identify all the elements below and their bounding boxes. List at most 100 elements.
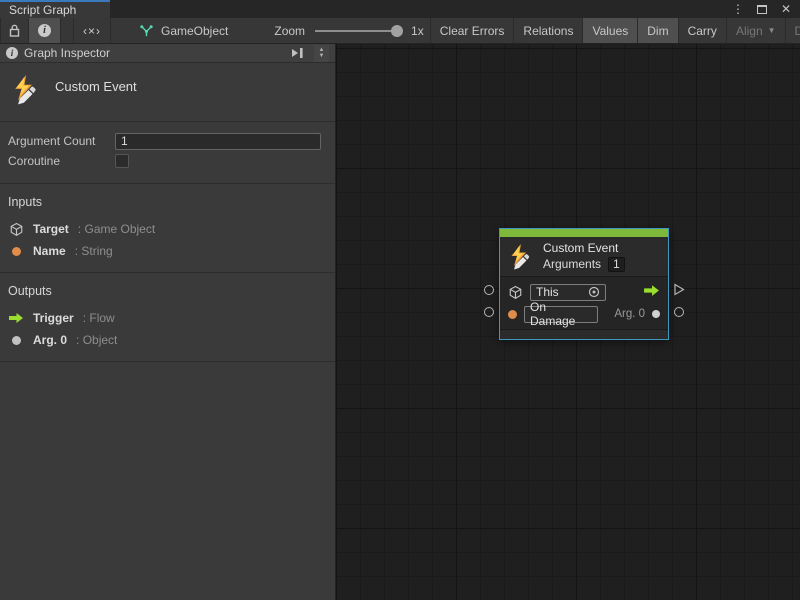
unit-header: Custom Event [0, 63, 335, 122]
event-name-field[interactable]: On Damage [524, 306, 598, 323]
distribute-label: Distribute [795, 24, 800, 38]
input-port-name[interactable] [484, 307, 494, 317]
dim-label: Dim [647, 24, 668, 38]
values-button[interactable]: Values [583, 18, 638, 43]
clear-errors-button[interactable]: Clear Errors [430, 18, 515, 43]
output-port-arg0[interactable] [674, 307, 684, 317]
inspector-header: i Graph Inspector ▲ ▼ [0, 44, 335, 63]
spinner-down-icon[interactable]: ▼ [319, 53, 325, 59]
port-name: Target [33, 222, 69, 236]
node-header[interactable]: Custom Event Arguments 1 [500, 237, 668, 277]
port-name: Trigger [33, 311, 74, 325]
output-port-trigger[interactable] [673, 283, 685, 299]
toolbar-gap [61, 18, 73, 43]
string-port-icon[interactable] [508, 310, 517, 319]
node-body: This On Damage Arg. 0 [500, 277, 668, 330]
arg0-label: Arg. 0 [614, 308, 645, 320]
tab-bar: Script Graph ⋮ ✕ [0, 0, 800, 18]
dim-button[interactable]: Dim [638, 18, 678, 43]
argument-count-value: 1 [121, 134, 128, 148]
game-object-cube-icon [8, 222, 24, 237]
graph-info-button[interactable]: i [29, 18, 61, 43]
graph-toolbar: i ‹×› GameObject Zoom 1x Clear Errors Re [0, 18, 800, 44]
arg0-port-icon[interactable] [652, 310, 660, 318]
window-menu-icon[interactable]: ⋮ [732, 2, 744, 16]
arguments-label: Arguments [543, 257, 601, 272]
target-object-field[interactable]: This [530, 284, 606, 301]
distribute-button[interactable]: Distribute ▼ [786, 18, 800, 43]
clear-errors-label: Clear Errors [440, 24, 505, 38]
lock-icon [9, 24, 20, 37]
input-port-target[interactable] [484, 285, 494, 295]
tab-script-graph[interactable]: Script Graph [0, 0, 110, 18]
node-footer [500, 330, 668, 339]
argument-count-label: Argument Count [8, 134, 115, 148]
object-port-icon [8, 336, 24, 345]
port-type: : Flow [83, 311, 115, 325]
port-type: : Game Object [78, 222, 155, 236]
custom-event-icon [10, 75, 40, 105]
node-title: Custom Event [543, 241, 625, 256]
input-row-name: Name : String [8, 240, 323, 262]
unit-fields: Argument Count 1 Coroutine [0, 122, 335, 184]
code-view-button[interactable]: ‹×› [73, 18, 111, 43]
graph-canvas[interactable]: Custom Event Arguments 1 This [336, 44, 800, 600]
dock-panel-icon[interactable] [290, 47, 304, 59]
align-button[interactable]: Align ▼ [727, 18, 786, 43]
zoom-slider-handle[interactable] [391, 25, 403, 37]
zoom-label: Zoom [274, 24, 305, 38]
titlebar-right: ⋮ ✕ [110, 0, 800, 18]
panel-scroll-spinner[interactable]: ▲ ▼ [314, 45, 329, 62]
string-port-icon [8, 247, 24, 256]
argument-count-row: Argument Count 1 [8, 131, 321, 151]
values-label: Values [592, 24, 628, 38]
zoom-control: Zoom 1x [268, 18, 429, 43]
event-name-value: On Damage [530, 300, 592, 328]
zoom-value: 1x [411, 24, 424, 38]
lock-button[interactable] [0, 18, 29, 43]
custom-event-icon [507, 244, 533, 270]
game-object-cube-icon [508, 285, 523, 300]
inspector-title: Graph Inspector [24, 46, 284, 60]
graph-inspector-panel: i Graph Inspector ▲ ▼ Custom Event Argu [0, 44, 336, 600]
trigger-flow-icon[interactable] [643, 284, 660, 300]
custom-event-node[interactable]: Custom Event Arguments 1 This [499, 228, 669, 340]
gameobject-graph-icon [139, 23, 154, 38]
inputs-section: Inputs Target : Game Object Name : Strin… [0, 184, 335, 273]
coroutine-checkbox[interactable] [115, 154, 129, 168]
zoom-slider[interactable] [315, 30, 401, 32]
outputs-section: Outputs Trigger : Flow Arg. 0 : Object [0, 273, 335, 362]
event-color-bar [500, 229, 668, 237]
object-picker-icon[interactable] [588, 286, 600, 298]
inputs-title: Inputs [8, 195, 323, 209]
coroutine-row: Coroutine [8, 151, 321, 171]
tab-label: Script Graph [9, 3, 76, 17]
maximize-icon[interactable] [756, 2, 768, 16]
code-icon: ‹×› [83, 24, 101, 38]
info-icon: i [38, 24, 51, 37]
align-label: Align [736, 24, 763, 38]
arguments-count-chip[interactable]: 1 [608, 257, 625, 272]
close-icon[interactable]: ✕ [780, 2, 792, 16]
output-row-arg0: Arg. 0 : Object [8, 329, 323, 351]
chevron-down-icon: ▼ [768, 26, 776, 35]
gameobject-label: GameObject [161, 24, 228, 38]
target-value: This [536, 285, 559, 299]
flow-arrow-icon [8, 312, 24, 324]
info-icon: i [6, 47, 18, 59]
port-type: : Object [76, 333, 117, 347]
carry-label: Carry [688, 24, 717, 38]
relations-button[interactable]: Relations [514, 18, 583, 43]
port-type: : String [75, 244, 113, 258]
output-row-trigger: Trigger : Flow [8, 307, 323, 329]
coroutine-label: Coroutine [8, 154, 115, 168]
unit-title: Custom Event [55, 79, 137, 94]
script-graph-window: Script Graph ⋮ ✕ i ‹×› Ga [0, 0, 800, 600]
graph-owner[interactable]: GameObject [133, 18, 234, 43]
argument-count-input[interactable]: 1 [115, 133, 321, 150]
outputs-title: Outputs [8, 284, 323, 298]
input-row-target: Target : Game Object [8, 218, 323, 240]
port-name: Arg. 0 [33, 333, 67, 347]
port-name: Name [33, 244, 66, 258]
carry-button[interactable]: Carry [679, 18, 727, 43]
